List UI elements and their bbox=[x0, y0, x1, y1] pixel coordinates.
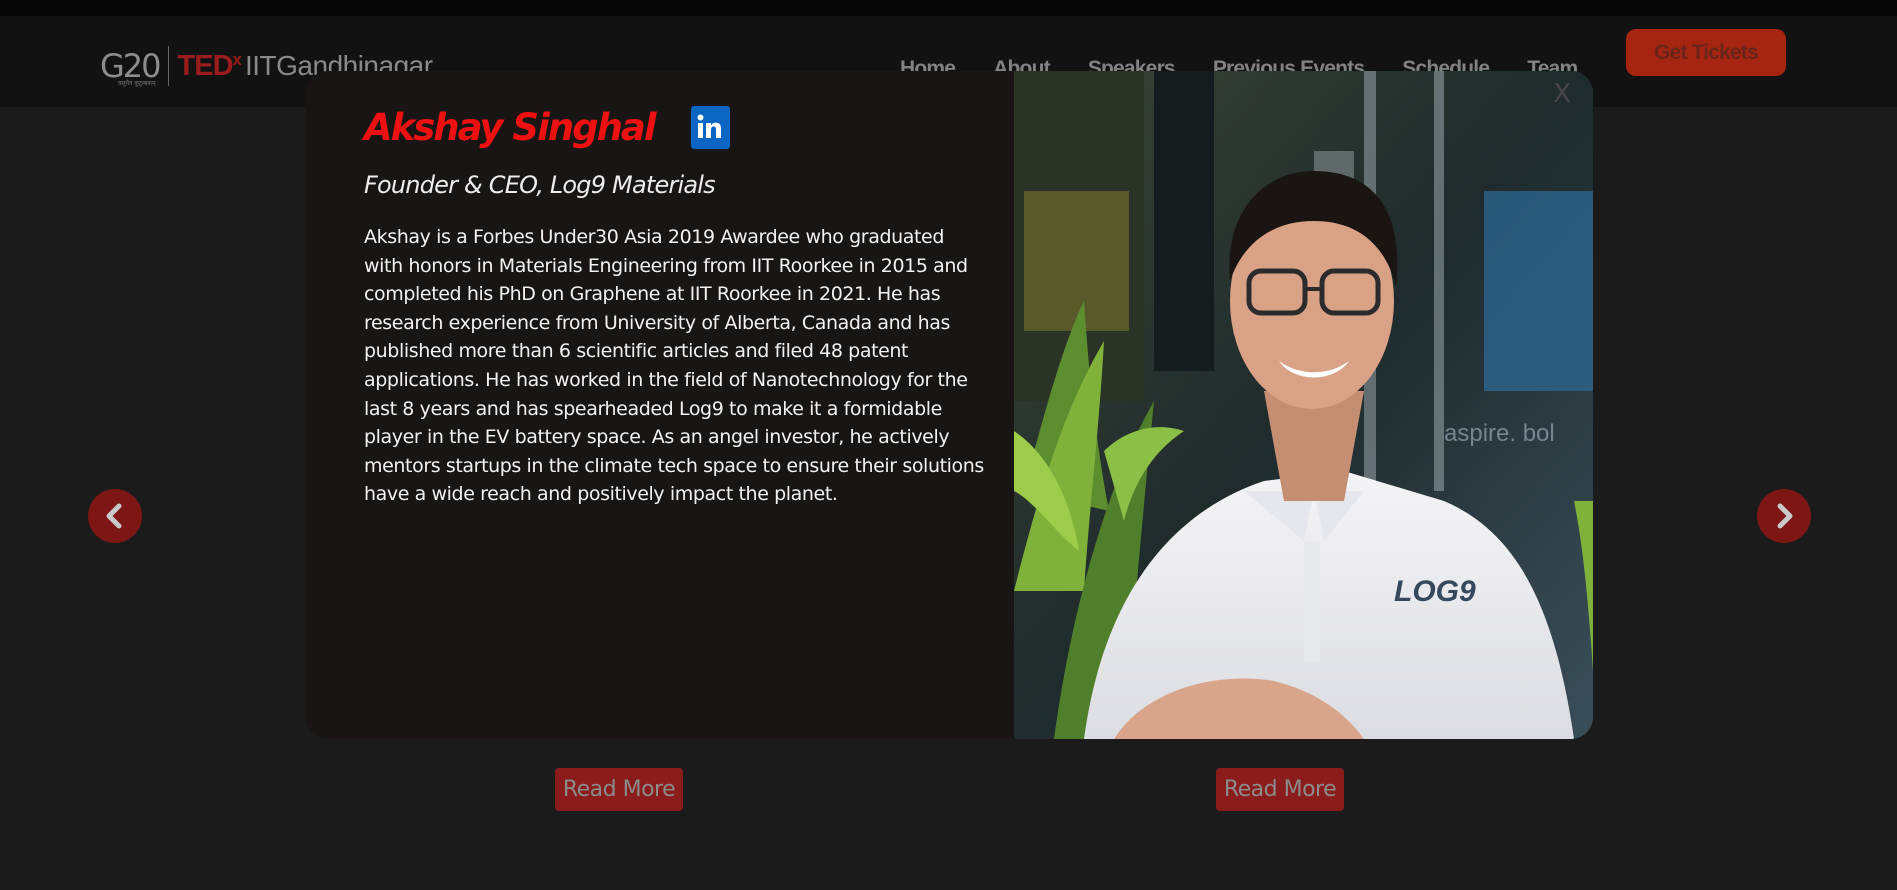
linkedin-icon[interactable] bbox=[690, 105, 730, 149]
logo-divider bbox=[167, 46, 169, 86]
read-more-button[interactable]: Read More bbox=[555, 768, 683, 811]
speaker-name-row: Akshay Singhal bbox=[364, 101, 984, 153]
tedx-logo-text: TED bbox=[177, 49, 234, 82]
g20-logo-subtext: वसुधैव कुटुम्बकम् bbox=[118, 80, 156, 87]
top-strip bbox=[0, 0, 1897, 16]
window-sign-text: aspire. bol bbox=[1444, 420, 1555, 447]
speaker-photo: LOG9 aspire. bol X bbox=[1014, 71, 1593, 739]
speaker-bio: Akshay is a Forbes Under30 Asia 2019 Awa… bbox=[364, 226, 984, 506]
speaker-name: Akshay Singhal bbox=[364, 105, 657, 149]
tedx-logo-x: x bbox=[232, 49, 243, 69]
speaker-portrait: LOG9 aspire. bol bbox=[1014, 71, 1593, 739]
close-modal-button[interactable]: X bbox=[1553, 79, 1571, 109]
shirt-logo: LOG9 bbox=[1394, 575, 1476, 608]
tedx-logo: TEDx bbox=[177, 49, 243, 83]
linkedin-glyph bbox=[697, 114, 722, 138]
read-more-button[interactable]: Read More bbox=[1216, 768, 1344, 811]
chevron-left-icon bbox=[106, 503, 122, 529]
carousel-prev-button[interactable] bbox=[88, 489, 142, 543]
g20-logo: G20 वसुधैव कुटुम्बकम् bbox=[100, 47, 161, 87]
carousel-next-button[interactable] bbox=[1757, 489, 1811, 543]
speaker-modal: Akshay Singhal Founder & CEO, Log9 Mater… bbox=[306, 71, 1593, 739]
get-tickets-button[interactable]: Get Tickets bbox=[1626, 29, 1786, 76]
chevron-right-icon bbox=[1777, 503, 1793, 529]
speaker-info: Akshay Singhal Founder & CEO, Log9 Mater… bbox=[364, 101, 984, 509]
speaker-role: Founder & CEO, Log9 Materials bbox=[364, 171, 716, 199]
